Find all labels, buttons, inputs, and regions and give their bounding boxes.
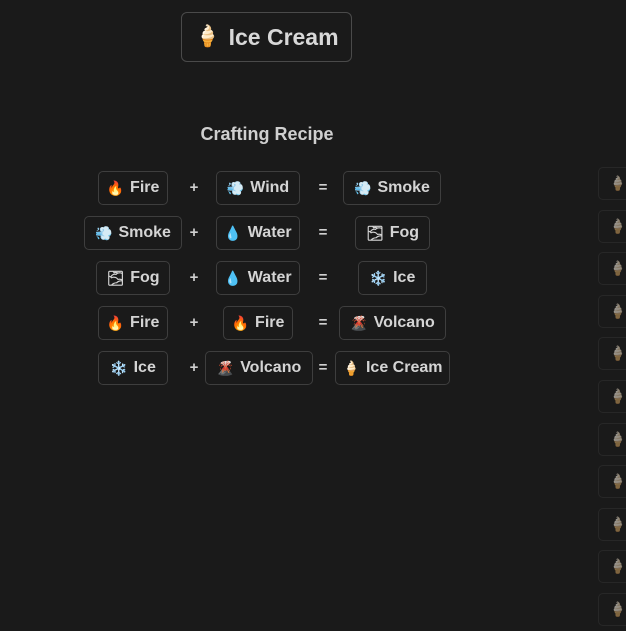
- element-label: Smoke: [377, 179, 430, 196]
- ingredient-a-chip[interactable]: ❄️ Ice: [98, 351, 168, 385]
- side-element-item[interactable]: 🍦: [598, 380, 626, 413]
- side-element-item[interactable]: 🍦: [598, 550, 626, 584]
- ingredient-a-chip[interactable]: 🌫 Fog: [96, 261, 170, 295]
- side-element-item[interactable]: 🍦: [598, 209, 626, 243]
- result-element-chip[interactable]: 🍦 Ice Cream: [181, 12, 352, 62]
- ice-cream-icon: 🍦: [609, 558, 626, 575]
- fire-icon: 🔥: [106, 179, 125, 196]
- fire-icon: 🔥: [231, 314, 250, 331]
- element-label: Fog: [130, 269, 160, 286]
- result-chip[interactable]: 🌫 Fog: [355, 216, 430, 250]
- ingredient-a-chip[interactable]: 🔥 Fire: [98, 306, 168, 340]
- ice-cream-icon: 🍦: [342, 359, 360, 376]
- side-element-item[interactable]: 🍦: [598, 167, 626, 200]
- element-label: Water: [247, 269, 292, 286]
- element-label: Fire: [130, 179, 160, 196]
- result-chip[interactable]: 🌋 Volcano: [339, 306, 446, 340]
- ice-cream-icon: 🍦: [609, 175, 626, 191]
- ice-cream-icon: 🍦: [609, 430, 626, 447]
- water-icon: 💧: [224, 269, 242, 286]
- ice-cream-icon: 🍦: [609, 601, 626, 617]
- plus-sign: +: [189, 359, 199, 376]
- ingredient-b-chip[interactable]: 🌋 Volcano: [205, 351, 313, 385]
- section-title: Crafting Recipe: [200, 124, 334, 144]
- element-label: Ice Cream: [365, 359, 443, 376]
- fire-icon: 🔥: [106, 314, 125, 331]
- element-label: Fire: [255, 314, 285, 331]
- ice-cream-icon: 🍦: [609, 345, 626, 362]
- equals-sign: =: [318, 179, 328, 196]
- plus-sign: +: [189, 314, 199, 331]
- ice-cream-icon: 🍦: [609, 260, 626, 277]
- side-element-item[interactable]: 🍦: [598, 465, 626, 499]
- element-label: Volcano: [373, 314, 435, 331]
- ingredient-b-chip[interactable]: 🔥 Fire: [223, 306, 293, 340]
- element-label: Ice: [393, 269, 416, 286]
- volcano-icon: 🌋: [350, 314, 368, 331]
- element-label: Fire: [130, 314, 160, 331]
- element-label: Ice: [133, 359, 156, 376]
- ice-cream-icon: 🍦: [609, 388, 626, 404]
- recipe-row: 💨 Smoke + 💧 Water = 🌫 Fog: [0, 216, 534, 252]
- recipe-row: 🌫 Fog + 💧 Water = ❄️ Ice: [0, 261, 534, 297]
- water-icon: 💧: [224, 224, 242, 241]
- ingredient-a-chip[interactable]: 💨 Smoke: [84, 216, 182, 250]
- side-element-item[interactable]: 🍦: [598, 337, 626, 371]
- smoke-icon: 💨: [95, 224, 113, 241]
- equals-sign: =: [318, 269, 328, 286]
- ice-cream-icon: 🍦: [609, 515, 626, 532]
- fog-icon: 🌫: [106, 269, 125, 286]
- recipe-row: 🔥 Fire + 🔥 Fire = 🌋 Volcano: [0, 306, 534, 342]
- element-label: Smoke: [118, 224, 171, 241]
- volcano-icon: 🌋: [216, 359, 235, 376]
- ingredient-a-chip[interactable]: 🔥 Fire: [98, 171, 168, 205]
- equals-sign: =: [318, 224, 328, 241]
- element-label: Fog: [389, 224, 420, 241]
- ice-cream-icon: 🍦: [609, 302, 626, 319]
- element-label: Wind: [250, 179, 290, 196]
- result-chip[interactable]: ❄️ Ice: [358, 261, 427, 295]
- ingredient-b-chip[interactable]: 💧 Water: [216, 216, 300, 250]
- element-label: Water: [247, 224, 292, 241]
- wind-icon: 💨: [226, 179, 245, 196]
- equals-sign: =: [318, 359, 328, 376]
- element-label: Volcano: [240, 359, 302, 376]
- ice-cream-icon: 🍦: [609, 473, 626, 490]
- side-element-item[interactable]: 🍦: [598, 593, 626, 626]
- side-element-item[interactable]: 🍦: [598, 422, 626, 456]
- recipe-row: 🔥 Fire + 💨 Wind = 💨 Smoke: [0, 171, 534, 207]
- ice-cream-icon: 🍦: [609, 217, 626, 234]
- ice-cream-icon: 🍦: [194, 25, 221, 48]
- snowflake-icon: ❄️: [369, 269, 388, 286]
- ingredient-b-chip[interactable]: 💨 Wind: [216, 171, 300, 205]
- equals-sign: =: [318, 314, 328, 331]
- plus-sign: +: [189, 224, 199, 241]
- page-title: Ice Cream: [228, 23, 339, 50]
- recipe-row: ❄️ Ice + 🌋 Volcano = 🍦 Ice Cream: [0, 351, 534, 387]
- snowflake-icon: ❄️: [110, 359, 128, 376]
- side-element-item[interactable]: 🍦: [598, 252, 626, 286]
- side-element-item[interactable]: 🍦: [598, 507, 626, 541]
- ingredient-b-chip[interactable]: 💧 Water: [216, 261, 300, 295]
- plus-sign: +: [189, 179, 199, 196]
- fog-icon: 🌫: [365, 224, 384, 241]
- side-element-item[interactable]: 🍦: [598, 294, 626, 328]
- smoke-icon: 💨: [354, 179, 372, 196]
- result-chip[interactable]: 🍦 Ice Cream: [335, 351, 450, 385]
- plus-sign: +: [189, 269, 199, 286]
- result-chip[interactable]: 💨 Smoke: [343, 171, 441, 205]
